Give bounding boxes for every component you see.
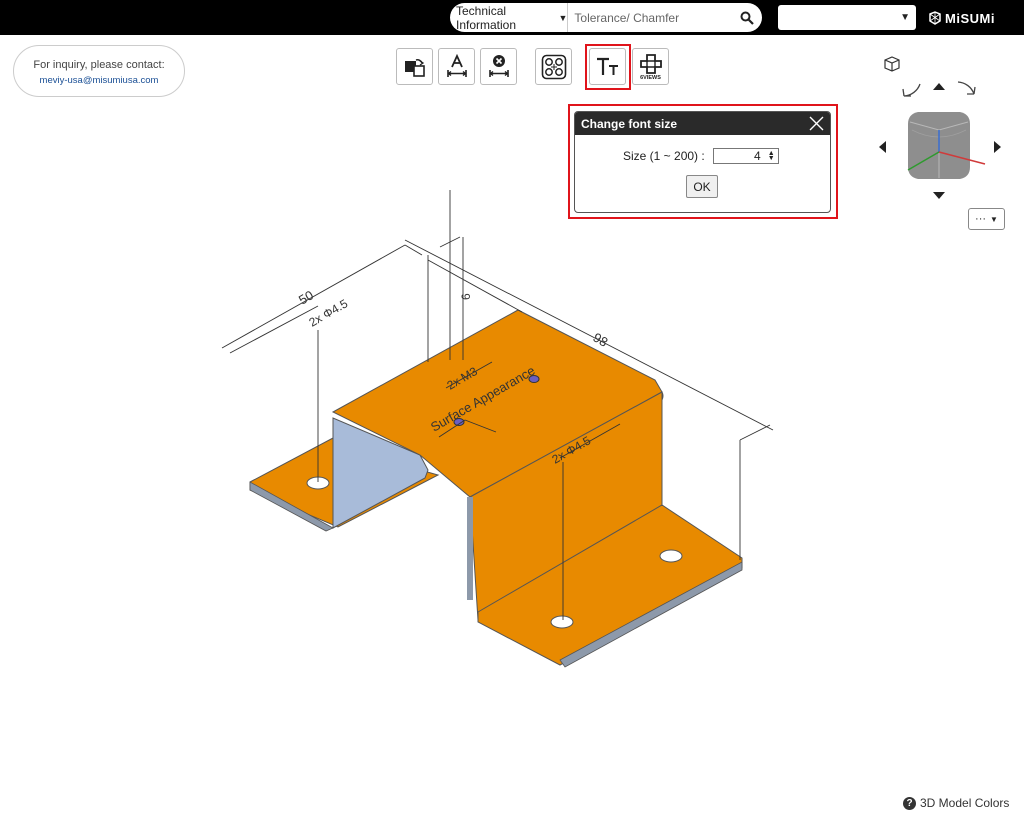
holes-icon (541, 54, 566, 79)
hole-settings-button[interactable] (535, 48, 572, 85)
hide-dimension-button[interactable] (480, 48, 517, 85)
model-colors-link[interactable]: ? 3D Model Colors (903, 796, 1009, 810)
size-value: 4 (754, 149, 761, 163)
model-colors-label: 3D Model Colors (920, 796, 1010, 810)
more-dots: ··· (975, 213, 987, 225)
more-options-button[interactable]: ··· ▼ (968, 208, 1005, 230)
search-category-select[interactable]: Technical Information ▼ (450, 3, 569, 32)
six-views-button[interactable]: 6VIEWS (632, 48, 669, 85)
text-size-icon (596, 57, 618, 75)
chevron-down-icon: ▼ (990, 214, 998, 224)
font-size-dialog: Change font size Size (1 ~ 200) : 4 ▲ ▼ O… (574, 111, 831, 213)
six-views-label: 6VIEWS (640, 75, 661, 81)
inquiry-email-link[interactable]: meviy-usa@misumiusa.com (14, 75, 184, 86)
view-cube[interactable] (907, 112, 986, 179)
inquiry-text: For inquiry, please contact: (33, 59, 165, 71)
search-category-label: Technical Information (456, 3, 517, 32)
dialog-header: Change font size (575, 112, 830, 135)
arrow-right-icon[interactable] (994, 141, 1001, 153)
rotate-right-arrow-icon[interactable] (957, 81, 976, 95)
help-icon: ? (903, 796, 916, 810)
six-views-icon (639, 53, 662, 74)
size-input[interactable]: 4 ▲ ▼ (712, 148, 779, 164)
dim-6: 6 (459, 293, 473, 300)
dimension-a-icon (446, 53, 467, 77)
arrow-up-icon[interactable] (933, 83, 945, 90)
search-group: Technical Information ▼ (450, 3, 762, 32)
font-size-button[interactable] (589, 48, 626, 85)
change-view-button[interactable] (396, 48, 433, 85)
chevron-down-icon: ▼ (900, 12, 910, 23)
dimension-clear-icon (488, 54, 509, 77)
view-rotate-icon (404, 58, 425, 77)
language-select[interactable]: ▼ (778, 5, 916, 30)
top-bar: Technical Information ▼ ▼ MiSUMi (0, 0, 1024, 35)
view-cube-controls (879, 56, 1001, 199)
home-view-icon[interactable] (884, 56, 900, 72)
size-row: Size (1 ~ 200) : 4 ▲ ▼ (623, 148, 779, 164)
dimension-button[interactable] (438, 48, 475, 85)
hole (550, 615, 574, 629)
close-icon[interactable] (809, 116, 824, 131)
logo-mark-icon (929, 11, 941, 25)
size-label: Size (1 ~ 200) : (623, 149, 705, 163)
search-icon (740, 11, 754, 25)
ok-button[interactable]: OK (686, 175, 718, 198)
misumi-logo[interactable]: MiSUMi (928, 9, 995, 27)
search-button[interactable] (731, 3, 762, 32)
chevron-down-icon: ▼ (558, 12, 568, 23)
dialog-title: Change font size (581, 116, 678, 131)
search-input[interactable] (568, 3, 732, 32)
spinner-icon[interactable]: ▲ ▼ (768, 150, 775, 162)
arrow-down-icon[interactable] (933, 192, 945, 199)
dim-98: 98 (591, 330, 611, 350)
logo-text: MiSUMi (945, 10, 995, 26)
hole (659, 549, 683, 563)
arrow-left-icon[interactable] (879, 141, 886, 153)
rotate-left-arrow-icon[interactable] (902, 83, 921, 97)
